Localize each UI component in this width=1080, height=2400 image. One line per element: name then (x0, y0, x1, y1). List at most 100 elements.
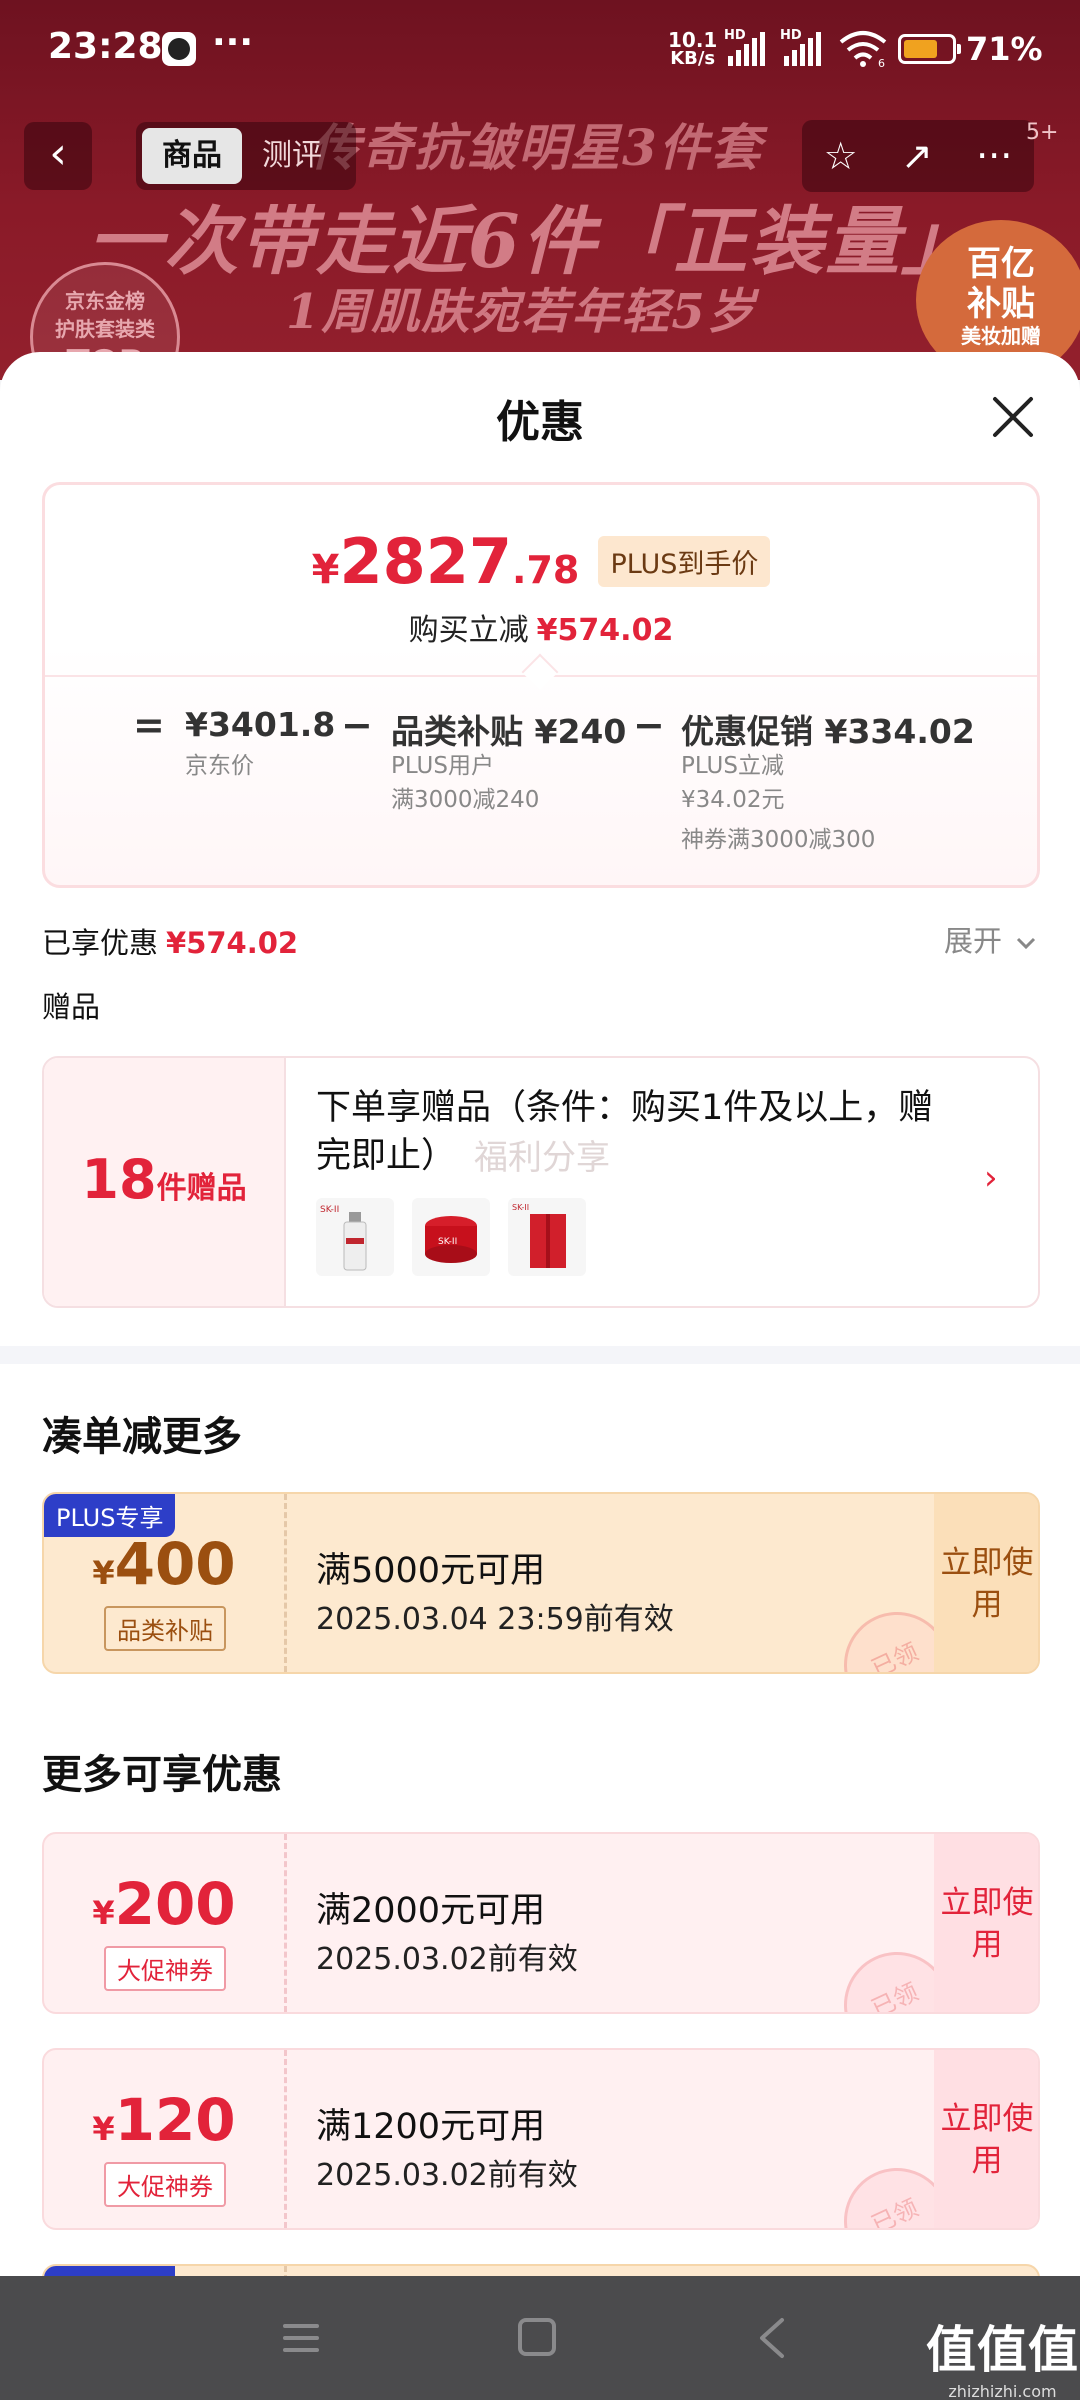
coupon-amount: ¥400 (44, 1530, 284, 1598)
coupon-condition: 满2000元可用 (316, 1891, 546, 1931)
coupon-category-subsidy[interactable]: ¥400 品类补贴 PLUS专享 满5000元可用 2025.03.04 23:… (42, 1492, 1040, 1674)
message-count-badge: 5+ (1026, 120, 1059, 145)
coupon-amount: ¥120 (44, 2086, 284, 2154)
coupon-promo-120[interactable]: ¥120 大促神券 满1200元可用 2025.03.02前有效 已领 立即使用 (42, 2048, 1040, 2230)
coupon-validity: 2025.03.04 23:59前有效 (316, 1602, 674, 1637)
coupon-validity: 2025.03.02前有效 (316, 1942, 578, 1977)
gift-description: 下单享赠品（条件：购买1件及以上，赠完即止） (316, 1088, 934, 1176)
coupon-value: 400 (114, 1530, 236, 1598)
coupon-type-tag: 品类补贴 (104, 1606, 226, 1651)
more-menu-icon[interactable]: ··· (976, 134, 1012, 178)
system-nav-bar (0, 2276, 1080, 2400)
gift-thumb-3-label: SK-II (512, 1203, 529, 1212)
tab-product[interactable]: 商品 (142, 128, 242, 184)
coupon-perforation (284, 1834, 287, 2012)
share-icon[interactable]: ↗ (901, 134, 933, 178)
minus-sign-2: − (633, 703, 665, 747)
wifi-badge: 6 (878, 57, 885, 68)
section-heading-bundle: 凑单减更多 (42, 1414, 242, 1460)
system-back-icon[interactable] (752, 2316, 792, 2360)
subsidy-badge-line-2: 补贴 (967, 284, 1035, 324)
coupon-promo-200[interactable]: ¥200 大促神券 满2000元可用 2025.03.02前有效 已领 立即使用 (42, 1832, 1040, 2014)
app-notification-icon (162, 32, 196, 66)
coupon-condition: 满5000元可用 (316, 1551, 546, 1591)
final-price-integer: 2827 (339, 525, 513, 598)
coupon-value: 200 (114, 1870, 236, 1938)
coupon-amount-panel: ¥120 大促神券 (44, 2050, 284, 2228)
network-speed-value: 10.1 (668, 28, 718, 52)
instant-cut-label: 购买立减 (408, 613, 529, 648)
savings-label: 已享优惠 (42, 926, 159, 960)
promo-sub-3: 神券满3000减300 (681, 827, 876, 853)
gift-count: 18件赠品 (44, 1058, 286, 1306)
category-subsidy: 品类补贴 ¥240 (391, 712, 627, 751)
coupon-condition: 满1200元可用 (316, 2107, 546, 2147)
gift-box-image: SK-II (512, 1203, 566, 1268)
status-bar: 23:28 ··· 10.1 KB/s HD HD 6 71% (0, 0, 1080, 100)
jd-price: ¥3401.8 (185, 705, 336, 744)
essence-bottle-image: SK-II (320, 1205, 367, 1271)
home-icon[interactable] (518, 2318, 556, 2356)
gift-thumb-cream: SK-II (412, 1198, 490, 1276)
gift-card[interactable]: 18件赠品 下单享赠品（条件：购买1件及以上，赠完即止） 福利分享 SK-II … (42, 1056, 1040, 1308)
watermark-logo: 值值值 (926, 2321, 1079, 2379)
recent-apps-icon[interactable] (282, 2320, 320, 2356)
expand-toggle[interactable]: 展开 (944, 918, 1037, 960)
status-more-icon: ··· (212, 22, 254, 63)
battery-icon (898, 34, 961, 64)
product-tabs: 商品 测评 (136, 122, 356, 190)
tab-review[interactable]: 测评 (242, 128, 342, 184)
gift-thumb-2-label: SK-II (438, 1237, 457, 1247)
watermark-url: zhizhizhi.com (948, 2382, 1057, 2400)
subsidy-badge-line-3: 美妆加赠 (961, 324, 1041, 348)
section-heading-more-offers: 更多可享优惠 (42, 1752, 282, 1798)
signal-icon-2 (784, 30, 821, 66)
gift-thumb-1-label: SK-II (320, 1205, 339, 1215)
category-subsidy-sub-2: 满3000减240 (391, 787, 540, 813)
wifi-icon: 6 (839, 31, 887, 68)
final-price-currency: ¥ (311, 547, 340, 593)
chevron-down-icon (1017, 937, 1036, 950)
coupon-perforation (284, 1494, 287, 1672)
rank-badge-line-1: 京东金榜 (65, 289, 145, 313)
back-button[interactable]: ‹ (24, 122, 92, 190)
instant-cut: 购买立减 ¥574.02 (45, 605, 1037, 649)
close-icon[interactable] (990, 394, 1036, 440)
coupon-type-tag: 大促神券 (104, 2162, 226, 2207)
final-price-row: ¥2827.78 PLUS到手价 (45, 525, 1037, 598)
gift-thumb-gift-box: SK-II (508, 1198, 586, 1276)
section-divider (0, 1346, 1080, 1364)
battery-percent: 71% (966, 30, 1043, 68)
price-breakdown-card: ¥2827.78 PLUS到手价 购买立减 ¥574.02 = ¥3401.8 京… (42, 482, 1040, 888)
savings-value: ¥574.02 (166, 926, 299, 960)
status-time: 23:28 (48, 26, 163, 67)
rank-badge-line-2: 护肤套装类 (55, 317, 155, 341)
coupon-amount-panel: ¥200 大促神券 (44, 1834, 284, 2012)
gift-count-number: 18 (81, 1148, 157, 1211)
savings-summary: 已享优惠 ¥574.02 (42, 920, 298, 962)
gifts-heading: 赠品 (42, 990, 101, 1024)
gift-count-label: 件赠品 (156, 1171, 247, 1206)
use-coupon-button[interactable]: 立即使用 (934, 1834, 1038, 2012)
instant-cut-value: ¥574.02 (536, 613, 674, 648)
coupon-currency: ¥ (92, 1554, 115, 1592)
nav-actions: ☆ ↗ ··· (802, 120, 1034, 192)
cream-jar-image: SK-II (425, 1216, 477, 1263)
coupon-currency: ¥ (92, 1894, 115, 1932)
promo-discount: 优惠促销 ¥334.02 (681, 712, 975, 751)
plus-exclusive-flag: PLUS专享 (44, 1494, 176, 1537)
expand-label: 展开 (944, 924, 1003, 958)
sheet-title: 优惠 (496, 397, 584, 448)
discount-sheet: 优惠 ¥2827.78 PLUS到手价 购买立减 ¥574.02 = ¥3401.… (0, 352, 1080, 2277)
gift-watermark: 福利分享 (474, 1138, 610, 1178)
network-speed: 10.1 KB/s (668, 30, 717, 68)
final-price: ¥2827.78 (312, 525, 580, 598)
use-coupon-button[interactable]: 立即使用 (934, 1494, 1038, 1672)
coupon-amount: ¥200 (44, 1870, 284, 1938)
use-coupon-button[interactable]: 立即使用 (934, 2050, 1038, 2228)
final-price-decimal: .78 (512, 548, 580, 592)
promo-sub-2: ¥34.02元 (681, 787, 785, 813)
favorite-star-icon[interactable]: ☆ (824, 134, 858, 178)
gift-thumb-essence: SK-II (316, 1198, 394, 1276)
coupon-value: 120 (114, 2086, 236, 2154)
